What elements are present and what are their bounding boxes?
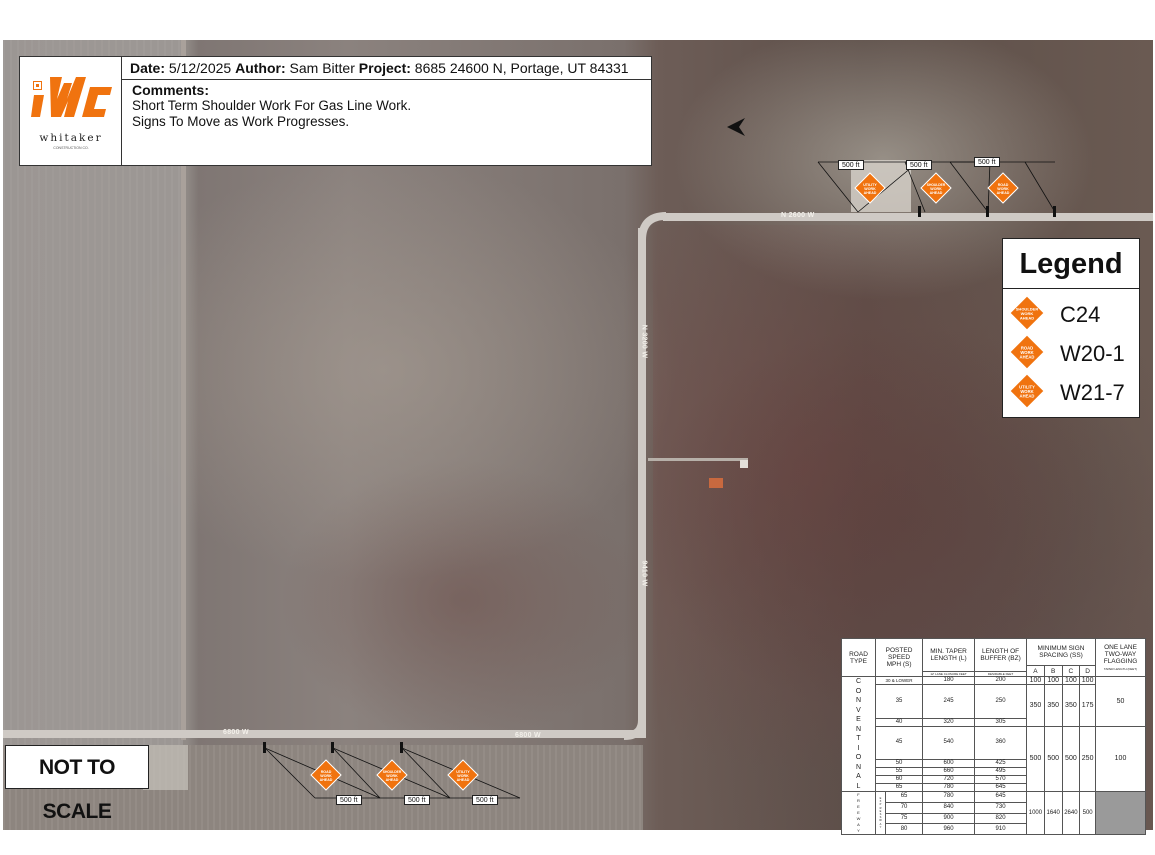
shed (740, 460, 748, 468)
north-arrow-icon (727, 118, 745, 136)
header-flagging: ONE LANE TWO-WAY FLAGGING TAPER LENGTH (FEE… (1095, 638, 1146, 677)
svg-text:AHEAD: AHEAD (320, 778, 333, 782)
comments-label: Comments: (132, 82, 210, 98)
project-header: Date: 5/12/2025 Author: Sam Bitter Proje… (122, 57, 651, 80)
expressway-label: EXPRESSWAY (875, 791, 886, 835)
svg-text:AHEAD: AHEAD (864, 191, 877, 195)
comment-line-1: Short Term Shoulder Work For Gas Line Wo… (132, 98, 412, 113)
legend-code-w20-1: W20-1 (1060, 341, 1125, 366)
road-label-vertical-lower: 9410 W (640, 560, 648, 587)
road-curve-top (638, 212, 667, 241)
not-to-scale-label: NOT TO SCALE (5, 745, 149, 823)
comments-section: Comments: Short Term Shoulder Work For G… (122, 80, 745, 165)
bottom-distance-3: 500 ft (472, 795, 498, 805)
author-label: Author: (235, 60, 286, 76)
header-road-type: ROAD TYPE (841, 638, 876, 677)
header-posted-speed: POSTED SPEED MPH (S) (874, 638, 924, 677)
svg-text:AHEAD: AHEAD (997, 191, 1010, 195)
project-value: 8685 24600 N, Portage, UT 84331 (414, 60, 629, 76)
date-label: Date: (130, 60, 166, 76)
logo-text: whitaker (39, 132, 103, 144)
road-work-ahead-sign-icon: ROAD WORK AHEAD (1009, 334, 1045, 370)
road-label-bottom-left: 6800 W (223, 729, 249, 736)
driveway (648, 458, 748, 461)
freeway-label: FREEWAY (841, 791, 876, 835)
bottom-distance-1: 500 ft (336, 795, 362, 805)
title-block: whitaker CONSTRUCTION CO. Date: 5/12/202… (19, 56, 745, 166)
road-label-vertical-upper: N 3200 W (640, 324, 648, 359)
bottom-distance-2: 500 ft (404, 795, 430, 805)
legend-title: Legend (1003, 239, 1139, 289)
svg-text:AHEAD: AHEAD (1020, 394, 1035, 399)
top-distance-3: 500 ft (974, 157, 1000, 167)
author-value: Sam Bitter (289, 60, 355, 76)
legend-item-w21-7: UTILITY WORK AHEAD W21-7 (1009, 373, 1137, 409)
header-spacing: MINIMUM SIGN SPACING (SS) (1026, 638, 1096, 666)
legend-item-c24: SHOULDER WORK AHEAD C24 (1009, 295, 1137, 331)
bottom-sign-utility-icon: UTILITY WORK AHEAD (447, 759, 479, 791)
legend-code-c24: C24 (1060, 302, 1101, 327)
project-label: Project: (358, 60, 411, 76)
utility-work-ahead-sign-icon: UTILITY WORK AHEAD (1009, 373, 1045, 409)
legend-code-w21-7: W21-7 (1060, 380, 1125, 405)
road-curve-bottom (623, 720, 646, 740)
bottom-sign-shoulder-icon: SHOULDER WORK AHEAD (376, 759, 408, 791)
header-col-a: A (1026, 665, 1045, 677)
shoulder-work-ahead-sign-icon: SHOULDER WORK AHEAD (1009, 295, 1045, 331)
top-sign-utility-icon: UTILITY WORK AHEAD (854, 172, 886, 204)
top-distance-1: 500 ft (838, 160, 864, 170)
svg-text:AHEAD: AHEAD (930, 191, 943, 195)
table-row: CONVENTIONAL 30 & LOWER 180 200 100 100 … (841, 676, 1146, 792)
svg-text:AHEAD: AHEAD (1020, 355, 1035, 360)
table-row: 45 540 360 500 500 500 250 100 (842, 725, 1146, 792)
house-roof (709, 478, 723, 488)
flagging-na-cell (1095, 791, 1146, 835)
header-col-b: B (1043, 665, 1063, 677)
top-sign-shoulder-icon: SHOULDER WORK AHEAD (920, 172, 952, 204)
road-vertical-main (638, 228, 646, 738)
date-value: 5/12/2025 (168, 60, 232, 76)
bottom-sign-road-icon: ROAD WORK AHEAD (310, 759, 342, 791)
header-col-d: D (1079, 665, 1096, 677)
table-row: FREEWAY EXPRESSWAY 65 780 645 1000 1640 … (841, 791, 1146, 835)
pad-bottom (143, 745, 188, 790)
header-taper-sub: 12' LANE CLOSURE FEET (922, 671, 976, 677)
top-sign-road-icon: ROAD WORK AHEAD (987, 172, 1019, 204)
company-logo: whitaker CONSTRUCTION CO. (20, 57, 122, 165)
header-col-c: C (1061, 665, 1081, 677)
road-bottom (3, 730, 643, 738)
header-buffer: LENGTH OF BUFFER (BZ) (974, 638, 1028, 672)
header-taper: MIN. TAPER LENGTH (L) (922, 638, 976, 672)
whitaker-logo-icon (31, 77, 112, 117)
spacing-table: ROAD TYPE POSTED SPEED MPH (S) MIN. TAPER LE… (841, 638, 1146, 835)
svg-text:AHEAD: AHEAD (1020, 316, 1034, 321)
svg-text:AHEAD: AHEAD (457, 778, 470, 782)
conventional-label: CONVENTIONAL (841, 676, 876, 792)
legend: Legend SHOULDER WORK AHEAD C24 ROAD WORK… (1002, 238, 1140, 418)
top-distance-2: 500 ft (906, 160, 932, 170)
comment-line-2: Signs To Move as Work Progresses. (132, 114, 350, 129)
svg-text:AHEAD: AHEAD (386, 778, 399, 782)
legend-item-w20-1: ROAD WORK AHEAD W20-1 (1009, 334, 1137, 370)
logo-subtext: CONSTRUCTION CO. (53, 146, 89, 150)
